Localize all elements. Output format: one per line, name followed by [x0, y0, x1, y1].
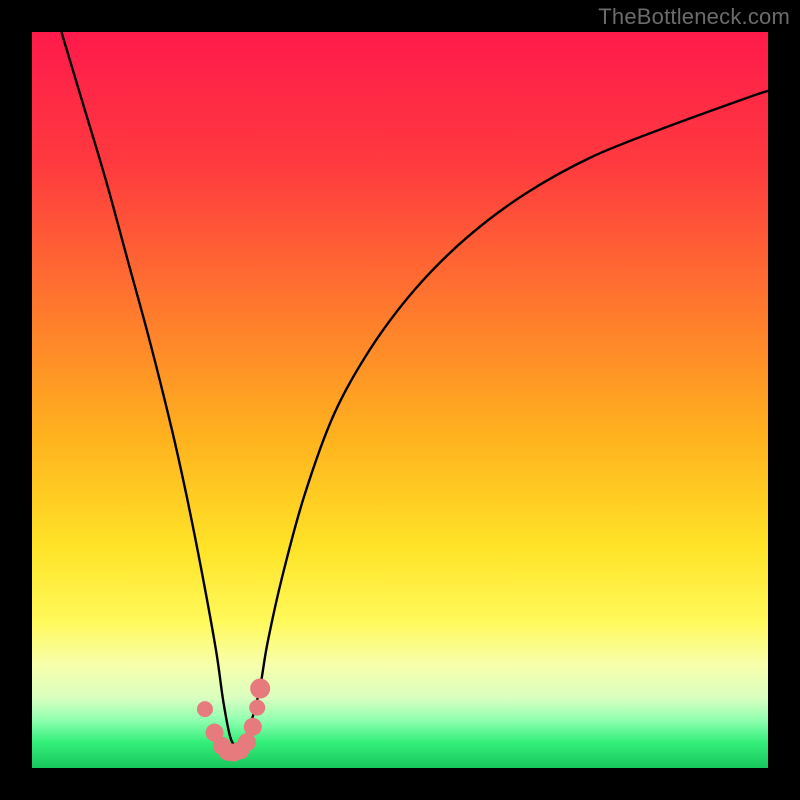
marker-dot — [197, 701, 213, 717]
bottleneck-chart — [0, 0, 800, 800]
watermark-text: TheBottleneck.com — [598, 4, 790, 30]
marker-dot — [238, 733, 256, 751]
plot-background — [32, 32, 768, 768]
marker-dot — [249, 700, 265, 716]
chart-frame: { "watermark": "TheBottleneck.com", "col… — [0, 0, 800, 800]
marker-dot — [250, 679, 270, 699]
marker-dot — [244, 718, 262, 736]
